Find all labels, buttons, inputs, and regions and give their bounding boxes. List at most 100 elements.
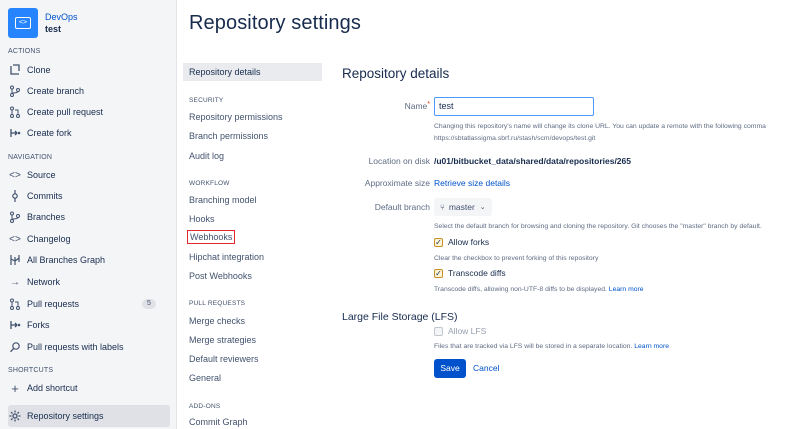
allow-lfs-checkbox[interactable]: Allow LFS: [434, 326, 486, 336]
size-label: Approximate size: [364, 178, 430, 188]
security-section-label: SECURITY: [189, 97, 224, 104]
sidebar-item-forks[interactable]: Forks: [8, 315, 170, 335]
sidebar-item-label: Pull requests with labels: [27, 342, 124, 352]
settings-nav-post-webhooks[interactable]: Post Webhooks: [189, 271, 252, 281]
location-value: /u01/bitbucket_data/shared/data/reposito…: [434, 156, 631, 166]
search-icon: [8, 340, 22, 354]
settings-nav-merge-checks[interactable]: Merge checks: [189, 316, 245, 326]
navigation-section-label: NAVIGATION: [8, 154, 53, 161]
settings-nav-hipchat-integration[interactable]: Hipchat integration: [189, 252, 264, 262]
name-help-text: Changing this repository's name will cha…: [434, 123, 766, 130]
settings-nav-default-reviewers[interactable]: Default reviewers: [189, 354, 259, 364]
sidebar-item-label: Branches: [27, 212, 66, 222]
sidebar-item-create-pull-request[interactable]: Create pull request: [8, 102, 170, 122]
commit-icon: [8, 189, 22, 203]
plus-icon: +: [11, 380, 19, 396]
sidebar-item-label: Changelog: [27, 234, 71, 244]
fork-icon: [8, 126, 22, 140]
sidebar-item-changelog[interactable]: <> Changelog: [8, 229, 170, 249]
section-title: Repository details: [342, 66, 450, 81]
default-branch-label: Default branch: [374, 202, 430, 212]
pull-request-icon: [8, 105, 22, 119]
sidebar-item-label: Source: [27, 170, 56, 180]
sidebar-item-repository-settings[interactable]: Repository settings: [8, 405, 170, 427]
sidebar-item-label: Network: [27, 277, 61, 287]
sidebar-item-label: Commits: [27, 191, 63, 201]
sidebar-item-label: Create branch: [27, 86, 85, 96]
settings-nav-branch-permissions[interactable]: Branch permissions: [189, 131, 268, 141]
cancel-button[interactable]: Cancel: [473, 359, 499, 378]
sidebar-item-branches[interactable]: Branches: [8, 207, 170, 227]
allow-lfs-label: Allow LFS: [448, 326, 487, 336]
actions-section-label: ACTIONS: [8, 48, 41, 55]
sidebar-item-commits[interactable]: Commits: [8, 186, 170, 206]
project-header: <> DevOps test: [8, 8, 78, 38]
repository-details-panel: Repository details Name* test Changing t…: [342, 0, 804, 429]
settings-nav-general[interactable]: General: [189, 373, 221, 383]
sidebar-item-label: Create fork: [27, 128, 72, 138]
settings-nav-webhooks[interactable]: Webhooks: [187, 230, 236, 244]
save-button[interactable]: Save: [434, 359, 466, 378]
name-label: Name*: [404, 101, 430, 111]
sidebar-item-create-branch[interactable]: Create branch: [8, 81, 170, 101]
repo-avatar[interactable]: <>: [8, 8, 38, 38]
graph-icon: [8, 253, 22, 267]
sidebar-item-label: All Branches Graph: [27, 255, 106, 265]
allow-forks-help: Clear the checkbox to prevent forking of…: [434, 255, 599, 262]
sidebar-item-clone[interactable]: Clone: [8, 60, 170, 80]
retrieve-size-link[interactable]: Retrieve size details: [434, 178, 510, 188]
transcode-learn-more-link[interactable]: Learn more: [609, 286, 644, 293]
repo-sidebar: <> DevOps test ACTIONS Clone Create bran…: [0, 0, 177, 429]
lfs-help: Files that are tracked via LFS will be s…: [434, 343, 669, 350]
checkbox-checked-icon: ✓: [434, 237, 443, 247]
location-label: Location on disk: [368, 156, 430, 166]
pull-request-icon: [8, 297, 22, 311]
branch-value: master: [448, 202, 475, 212]
lfs-learn-more-link[interactable]: Learn more: [634, 343, 669, 350]
branch-icon: [8, 84, 22, 98]
sidebar-item-source[interactable]: <> Source: [8, 165, 170, 185]
settings-nav-hooks[interactable]: Hooks: [189, 214, 215, 224]
sidebar-item-network[interactable]: → Network: [8, 272, 170, 292]
sidebar-item-label: Clone: [27, 65, 51, 75]
transcode-diffs-label: Transcode diffs: [448, 268, 506, 278]
sidebar-item-label: Pull requests: [27, 299, 80, 309]
settings-nav-repository-permissions[interactable]: Repository permissions: [189, 112, 283, 122]
project-link[interactable]: DevOps: [45, 11, 78, 23]
repository-name-input[interactable]: test: [434, 97, 594, 116]
add-shortcut-button[interactable]: + Add shortcut: [8, 378, 170, 398]
branch-help-text: Select the default branch for browsing a…: [434, 223, 762, 230]
transcode-help: Transcode diffs, allowing non-UTF-8 diff…: [434, 286, 644, 293]
settings-nav-branching-model[interactable]: Branching model: [189, 195, 257, 205]
settings-nav-commit-graph[interactable]: Commit Graph: [189, 417, 248, 427]
transcode-diffs-checkbox[interactable]: ✓ Transcode diffs: [434, 268, 506, 278]
fork-icon: [8, 318, 22, 332]
pull-requests-section-label: PULL REQUESTS: [189, 300, 246, 307]
sidebar-item-pull-requests-with-labels[interactable]: Pull requests with labels: [8, 337, 170, 357]
sidebar-item-label: Forks: [27, 320, 50, 330]
allow-forks-checkbox[interactable]: ✓ Allow forks: [434, 237, 489, 247]
code-icon: <>: [9, 169, 21, 181]
chevron-down-icon: ⌄: [479, 204, 486, 211]
sidebar-item-create-fork[interactable]: Create fork: [8, 123, 170, 143]
default-branch-select[interactable]: ⑂ master ⌄: [434, 198, 492, 216]
arrow-right-icon: →: [10, 276, 20, 288]
clone-url-text: https://sbtatlassigma.sbrf.ru/stash/scm/…: [434, 135, 596, 142]
gear-icon: [8, 409, 22, 423]
checkbox-unchecked-icon: [434, 326, 443, 336]
pull-requests-count-badge: 5: [142, 299, 156, 309]
branch-icon: ⑂: [440, 202, 445, 212]
repo-name[interactable]: test: [45, 23, 78, 35]
checkbox-checked-icon: ✓: [434, 268, 443, 278]
sidebar-item-label: Add shortcut: [27, 383, 78, 393]
workflow-section-label: WORKFLOW: [189, 180, 230, 187]
sidebar-item-all-branches-graph[interactable]: All Branches Graph: [8, 250, 170, 270]
settings-nav-merge-strategies[interactable]: Merge strategies: [189, 335, 256, 345]
sidebar-item-pull-requests[interactable]: Pull requests 5: [8, 294, 170, 314]
clone-icon: [8, 63, 22, 77]
settings-nav: Repository details SECURITY Repository p…: [183, 0, 323, 429]
settings-nav-audit-log[interactable]: Audit log: [189, 151, 224, 161]
shortcuts-section-label: SHORTCUTS: [8, 367, 54, 374]
allow-forks-label: Allow forks: [448, 237, 490, 247]
settings-nav-repository-details[interactable]: Repository details: [183, 63, 322, 81]
